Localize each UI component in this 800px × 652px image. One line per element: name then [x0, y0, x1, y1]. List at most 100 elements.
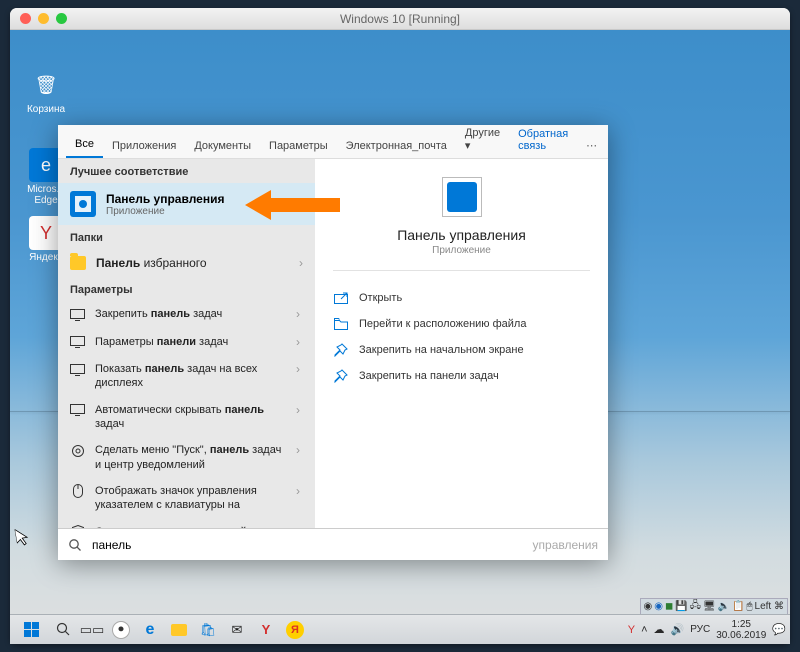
tray-mini-icon: 🖥: [703, 601, 716, 612]
settings-result[interactable]: Закрепить панель задач ›: [58, 301, 315, 329]
taskbar-search-icon[interactable]: [49, 618, 77, 642]
taskbar-yandex-icon[interactable]: ⏺: [107, 618, 135, 642]
monitor-icon: [70, 308, 85, 321]
tab-все[interactable]: Все: [66, 132, 103, 158]
minimize-dot[interactable]: [38, 13, 49, 24]
folder-icon: [70, 256, 86, 270]
task-view-icon[interactable]: ▭▭: [78, 618, 106, 642]
detail-title: Панель управления: [397, 227, 526, 243]
chevron-right-icon: ›: [293, 362, 303, 378]
tray-date: 30.06.2019: [716, 630, 766, 641]
settings-result-label: Отображать значок управления указателем …: [95, 484, 283, 513]
search-tabs: ВсеПриложенияДокументыПараметрыЭлектронн…: [58, 125, 608, 159]
folder-icon: [333, 317, 349, 331]
tray-time: 1:25: [716, 619, 766, 630]
host-window: Windows 10 [Running] 🗑КорзинаeMicros...E…: [10, 8, 790, 644]
detail-action[interactable]: Закрепить на начальном экране: [333, 337, 590, 363]
best-match-item[interactable]: Панель управления Приложение: [58, 183, 315, 225]
zoom-dot[interactable]: [56, 13, 67, 24]
tray-mini-icon: 💾: [675, 601, 687, 612]
chevron-right-icon: ›: [293, 403, 303, 419]
tray-mini-icon: 🖱: [747, 601, 753, 612]
result-detail-pane: Панель управления Приложение ОткрытьПере…: [315, 159, 608, 528]
desktop-recycle-bin-icon[interactable]: 🗑Корзина: [26, 68, 66, 115]
settings-result-label: Показать панель задач на всех дисплеях: [95, 362, 283, 391]
monitor-icon: [70, 363, 85, 376]
vm-hostkey-label: Left ⌘: [755, 601, 784, 612]
detail-action[interactable]: Перейти к расположению файла: [333, 311, 590, 337]
taskbar-store-icon[interactable]: 🛍: [194, 618, 222, 642]
settings-header: Параметры: [58, 277, 315, 301]
tray-clock[interactable]: 1:25 30.06.2019: [716, 619, 766, 641]
tab-электронная_почта[interactable]: Электронная_почта: [337, 134, 456, 158]
tray-volume-icon[interactable]: 🔊: [671, 623, 685, 636]
windows-desktop[interactable]: 🗑КорзинаeMicros...EdgeYЯндекс ВсеПриложе…: [10, 30, 790, 644]
tab-документы[interactable]: Документы: [185, 134, 260, 158]
detail-action[interactable]: Закрепить на панели задач: [333, 363, 590, 389]
search-bar[interactable]: управления: [58, 528, 608, 560]
chevron-right-icon: ›: [299, 256, 303, 270]
taskbar-mail-icon[interactable]: ✉: [223, 618, 251, 642]
settings-result-label: Сделать меню "Пуск", панель задач и цент…: [95, 443, 283, 472]
taskbar-edge-icon[interactable]: e: [136, 618, 164, 642]
tab-параметры[interactable]: Параметры: [260, 134, 337, 158]
monitor-icon: [70, 404, 85, 417]
desktop-icon-label: Корзина: [27, 104, 65, 115]
detail-app-icon: [442, 177, 482, 217]
open-icon: [333, 291, 349, 305]
tray-up-icon[interactable]: ˄: [641, 624, 647, 636]
tray-onedrive-icon[interactable]: ☁: [654, 623, 665, 636]
pin-icon: [333, 369, 349, 383]
chevron-right-icon: ›: [293, 307, 303, 323]
start-button[interactable]: [14, 618, 48, 642]
tray-mini-icon: ◉: [644, 601, 653, 612]
pin-icon: [333, 343, 349, 357]
tray-yandex-icon[interactable]: Y: [628, 624, 635, 636]
settings-result[interactable]: Параметры панели задач ›: [58, 329, 315, 357]
settings-result-label: Закрепить панель задач: [95, 307, 283, 321]
monitor-icon: [70, 336, 85, 349]
tab-другие ▾[interactable]: Другие ▾: [456, 121, 509, 158]
taskbar-yandex-search-icon[interactable]: Я: [281, 618, 309, 642]
start-search-panel: ВсеПриложенияДокументыПараметрыЭлектронн…: [58, 125, 608, 560]
chevron-right-icon: ›: [293, 335, 303, 351]
taskbar-explorer-icon[interactable]: [165, 618, 193, 642]
tab-обратная связь[interactable]: Обратная связь: [509, 122, 577, 158]
settings-result-label: Параметры панели задач: [95, 335, 283, 349]
tray-mini-icon: 🖧: [690, 598, 701, 615]
search-suggestion: управления: [533, 538, 598, 552]
gear-icon: [70, 444, 85, 457]
settings-result[interactable]: Сделать меню "Пуск", панель задач и цент…: [58, 437, 315, 478]
tab-приложения[interactable]: Приложения: [103, 134, 185, 158]
detail-action-label: Перейти к расположению файла: [359, 318, 526, 330]
settings-result[interactable]: Автоматически скрывать панель задач ›: [58, 397, 315, 438]
detail-action-label: Открыть: [359, 292, 402, 304]
detail-action-label: Закрепить на панели задач: [359, 370, 499, 382]
separator: [333, 270, 590, 271]
best-match-subtitle: Приложение: [106, 206, 224, 217]
tabs-overflow[interactable]: ⋯: [577, 133, 606, 158]
window-title: Windows 10 [Running]: [10, 12, 790, 26]
settings-result-label: Автоматически скрывать панель задач: [95, 403, 283, 432]
taskbar: ▭▭ ⏺ e 🛍 ✉ Y Я Y ˄ ☁ 🔊 РУС 1:25 30.06.20…: [10, 614, 790, 644]
tray-mini-icon: 🔈: [718, 601, 730, 612]
search-input[interactable]: [90, 537, 531, 553]
settings-result[interactable]: Показать панель задач на всех дисплеях ›: [58, 356, 315, 397]
tray-mini-icon: 📋: [732, 601, 744, 612]
detail-action-label: Закрепить на начальном экране: [359, 344, 524, 356]
traffic-lights[interactable]: [10, 13, 67, 24]
settings-result[interactable]: Скрывать значки приложений на панели зад…: [58, 519, 315, 528]
detail-action[interactable]: Открыть: [333, 285, 590, 311]
chevron-right-icon: ›: [293, 484, 303, 500]
folder-rest: избранного: [140, 256, 206, 270]
tray-language[interactable]: РУС: [690, 624, 710, 635]
best-match-header: Лучшее соответствие: [58, 159, 315, 183]
taskbar-yandex-browser-icon[interactable]: Y: [252, 618, 280, 642]
close-dot[interactable]: [20, 13, 31, 24]
settings-result[interactable]: Отображать значок управления указателем …: [58, 478, 315, 519]
folder-result[interactable]: Панель избранного ›: [58, 249, 315, 277]
tray-notifications-icon[interactable]: 💬: [772, 623, 786, 636]
mac-titlebar: Windows 10 [Running]: [10, 8, 790, 30]
vm-status-tray: ◉ ◉ ◼ 💾 🖧 🖥 🔈 📋 🖱 Left ⌘: [640, 598, 788, 614]
control-panel-icon: [70, 191, 96, 217]
